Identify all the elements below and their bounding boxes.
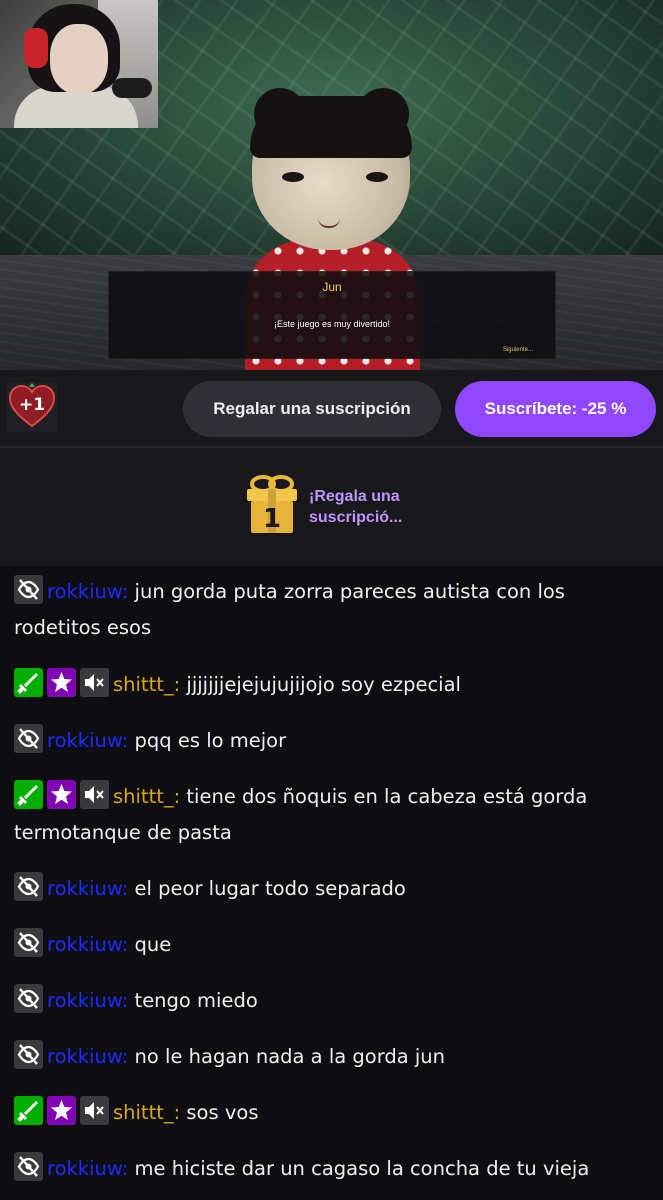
chat-message-text: sos vos xyxy=(180,1101,259,1124)
chat-message-text: que xyxy=(128,933,172,956)
game-dialog-box: Jun ¡Este juego es muy divertido! Siguie… xyxy=(108,271,556,359)
star-icon[interactable] xyxy=(47,1096,76,1125)
chat-message-text: pqq es lo mejor xyxy=(128,729,287,752)
eye-slash-icon[interactable] xyxy=(14,575,43,604)
chat-username[interactable]: rokkiuw: xyxy=(47,1157,128,1180)
gift-box-icon: 1 xyxy=(247,475,297,534)
eye-slash-icon[interactable] xyxy=(14,1152,43,1181)
stream-video[interactable]: Jun ¡Este juego es muy divertido! Siguie… xyxy=(0,0,663,370)
eye-slash-icon[interactable] xyxy=(14,1040,43,1069)
chat-username[interactable]: rokkiuw: xyxy=(47,877,128,900)
muted-speaker-icon[interactable] xyxy=(80,780,109,809)
chat-username[interactable]: shittt_: xyxy=(113,673,180,696)
chat-message-text: tengo miedo xyxy=(128,989,258,1012)
chat-message: rokkiuw: tengo miedo xyxy=(14,983,644,1019)
chat-message: rokkiuw: me hiciste dar un cagaso la con… xyxy=(14,1151,644,1187)
gift-sub-banner[interactable]: 1 ¡Regala una suscripció... xyxy=(0,448,663,566)
streamer-webcam xyxy=(0,0,158,128)
doll-eye-left xyxy=(282,172,304,182)
eye-slash-icon[interactable] xyxy=(14,984,43,1013)
chat-message: rokkiuw: no le hagan nada a la gorda jun xyxy=(14,1039,644,1075)
chat-username[interactable]: rokkiuw: xyxy=(47,580,128,603)
chat-message: rokkiuw: que xyxy=(14,927,644,963)
chat-message-text: me hiciste dar un cagaso la concha de tu… xyxy=(128,1157,590,1180)
sword-icon[interactable] xyxy=(14,668,43,697)
dialog-line: ¡Este juego es muy divertido! xyxy=(273,319,391,329)
chat-username[interactable]: rokkiuw: xyxy=(47,1045,128,1068)
star-icon[interactable] xyxy=(47,780,76,809)
chat-message-text: el peor lugar todo separado xyxy=(128,877,406,900)
eye-slash-icon[interactable] xyxy=(14,724,43,753)
chat-username[interactable]: rokkiuw: xyxy=(47,729,128,752)
sword-icon[interactable] xyxy=(14,1096,43,1125)
chat-username[interactable]: shittt_: xyxy=(113,785,180,808)
doll-hair xyxy=(250,96,412,158)
chat-message: shittt_: sos vos xyxy=(14,1095,644,1131)
chat-list: rokkiuw: jun gorda puta zorra pareces au… xyxy=(0,566,663,1200)
webcam-microphone xyxy=(112,78,152,98)
gift-count: 1 xyxy=(263,504,281,534)
chat-message: rokkiuw: pqq es lo mejor xyxy=(14,723,644,759)
heart-reward-badge[interactable]: +1 xyxy=(7,382,57,432)
chat-message-text: jjjjjjjejejujujijojo soy ezpecial xyxy=(180,673,461,696)
channel-action-bar: +1 Regalar una suscripción Suscríbete: -… xyxy=(0,370,663,446)
reward-badge-label: +1 xyxy=(18,395,46,415)
webcam-headphones xyxy=(24,28,48,68)
chat-message-text: no le hagan nada a la gorda jun xyxy=(128,1045,446,1068)
chat-message: rokkiuw: el peor lugar todo separado xyxy=(14,871,644,907)
eye-slash-icon[interactable] xyxy=(14,928,43,957)
muted-speaker-icon[interactable] xyxy=(80,668,109,697)
star-icon[interactable] xyxy=(47,668,76,697)
chat-username[interactable]: rokkiuw: xyxy=(47,933,128,956)
doll-eye-right xyxy=(366,172,388,182)
sword-icon[interactable] xyxy=(14,780,43,809)
webcam-streamer-face xyxy=(50,24,108,94)
chat-username[interactable]: shittt_: xyxy=(113,1101,180,1124)
dialog-next-prompt: Siguiente... xyxy=(502,347,533,353)
chat-message: rokkiuw: jun gorda puta zorra pareces au… xyxy=(14,574,644,646)
gift-banner-label: ¡Regala una suscripció... xyxy=(309,488,403,526)
subscribe-button[interactable]: Suscríbete: -25 % xyxy=(455,381,656,437)
dialog-speaker-name: Jun xyxy=(322,280,342,294)
chat-message: shittt_: jjjjjjjejejujujijojo soy ezpeci… xyxy=(14,667,644,703)
chat-message: shittt_: tiene dos ñoquis en la cabeza e… xyxy=(14,779,644,851)
eye-slash-icon[interactable] xyxy=(14,872,43,901)
gift-subscription-button[interactable]: Regalar una suscripción xyxy=(183,381,441,437)
chat-username[interactable]: rokkiuw: xyxy=(47,989,128,1012)
muted-speaker-icon[interactable] xyxy=(80,1096,109,1125)
